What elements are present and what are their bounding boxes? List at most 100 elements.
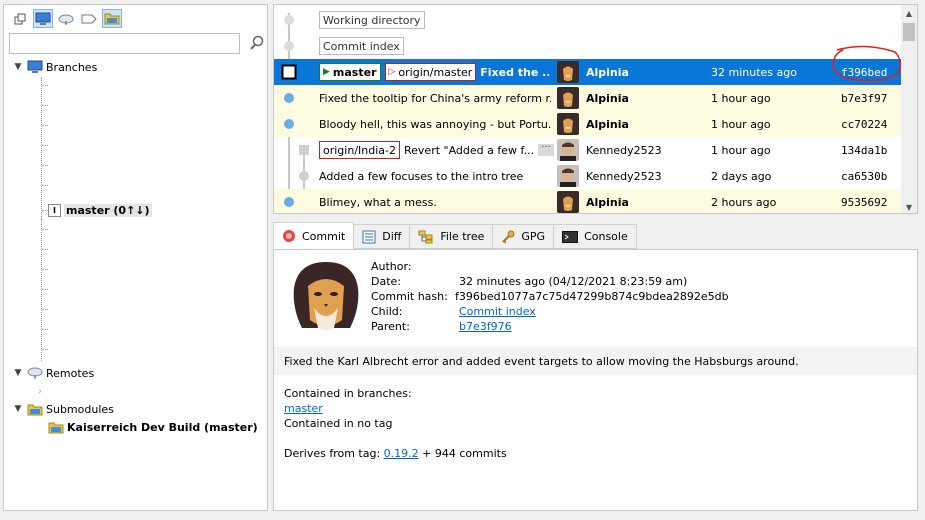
branch-search-input[interactable] xyxy=(9,33,240,54)
diff-icon xyxy=(362,230,376,243)
tab-gpg[interactable]: GPG xyxy=(493,224,555,249)
local-branches-toggle[interactable] xyxy=(33,9,53,28)
commit-row-commit-index[interactable]: Commit index xyxy=(274,33,901,59)
tree-guide xyxy=(41,77,42,229)
author-avatar-large xyxy=(288,258,364,338)
commit-sha: f396bed xyxy=(841,65,888,79)
scroll-thumb[interactable] xyxy=(903,23,915,41)
commit-list-scrollbar[interactable]: ▲ ▼ xyxy=(901,5,917,213)
tab-file-tree-label: File tree xyxy=(440,230,485,243)
contained-tag-text: Contained in no tag xyxy=(284,417,393,430)
derives-tag-link[interactable]: 0.19.2 xyxy=(384,447,419,460)
tags-toggle[interactable] xyxy=(79,9,99,28)
author-avatar xyxy=(557,139,579,161)
detail-tabs: Commit Diff File tree GPG Console xyxy=(273,222,637,250)
commit-sha: ca6530b xyxy=(841,169,888,183)
chevron-down-icon[interactable]: ▼ xyxy=(12,61,24,73)
commit-row[interactable]: Added a few focuses to the intro tree Ke… xyxy=(274,163,901,189)
search-icon[interactable] xyxy=(249,35,265,51)
tree-guide xyxy=(42,249,48,250)
commit-sha: b7e3f97 xyxy=(841,91,888,105)
child-link[interactable]: Commit index xyxy=(459,305,536,318)
commit-date: 2 hours ago xyxy=(711,195,777,209)
tree-guide xyxy=(42,309,48,310)
tree-submodules-node[interactable]: ▼ Submodules xyxy=(12,401,114,417)
remotes-toggle[interactable] xyxy=(56,9,76,28)
commit-date: 2 days ago xyxy=(711,169,772,183)
tree-guide xyxy=(42,289,48,290)
tab-console-label: Console xyxy=(584,230,628,243)
scroll-up-icon[interactable]: ▲ xyxy=(901,5,917,21)
tree-remotes-node[interactable]: ▼ Remotes xyxy=(12,365,95,381)
commit-row[interactable]: origin/India-2 Revert "Added a few f... … xyxy=(274,137,901,163)
tab-console[interactable]: Console xyxy=(554,224,637,249)
key-icon xyxy=(502,230,515,244)
graph-node xyxy=(284,41,294,51)
tree-branches-node[interactable]: ▼ Branches xyxy=(12,59,97,75)
folder-icon xyxy=(27,404,43,415)
commit-row[interactable]: Blimey, what a mess. Alpinia 2 hours ago… xyxy=(274,189,901,213)
remote-branch-tag[interactable]: origin/India-2 xyxy=(319,141,400,159)
tab-diff[interactable]: Diff xyxy=(354,224,411,249)
local-branch-tag[interactable]: ▶ master xyxy=(319,63,381,81)
tree-submodule-item[interactable]: Kaiserreich Dev Build (master) xyxy=(48,419,258,435)
author-avatar xyxy=(557,61,579,83)
branch-search xyxy=(9,33,267,55)
tree-guide xyxy=(41,219,42,361)
parent-label: Parent: xyxy=(371,320,410,333)
tree-guide xyxy=(42,125,48,126)
contained-branch-link[interactable]: master xyxy=(284,402,323,415)
tree-submodules-label: Submodules xyxy=(46,402,114,416)
more-refs-button[interactable]: ··· xyxy=(538,143,554,156)
commit-author: Kennedy2523 xyxy=(586,169,662,183)
commit-row-selected[interactable]: ▶ master ▷ origin/master Fixed the ... Alp… xyxy=(274,59,901,85)
submodules-toggle[interactable] xyxy=(102,9,122,28)
folder-icon xyxy=(104,13,120,25)
console-icon xyxy=(562,230,579,243)
chevron-down-icon[interactable]: ▼ xyxy=(12,403,24,415)
tree-remote-child[interactable]: › xyxy=(34,384,46,400)
chevron-down-icon[interactable]: ▼ xyxy=(12,367,24,379)
commit-list: Working directory Commit index ▶ master ▷… xyxy=(273,4,918,214)
commit-message-full: Fixed the Karl Albrecht error and added … xyxy=(274,347,917,375)
tree-remotes-label: Remotes xyxy=(46,366,95,380)
tree-branch-master[interactable]: I master (0↑↓) xyxy=(48,202,152,218)
computer-icon xyxy=(35,12,51,25)
commit-row-working-directory[interactable]: Working directory xyxy=(274,7,901,33)
tree-guide xyxy=(42,269,48,270)
collapse-all-button[interactable] xyxy=(10,9,30,28)
file-tree-icon xyxy=(418,230,433,243)
current-branch-icon: I xyxy=(48,203,61,217)
scroll-down-icon[interactable]: ▼ xyxy=(901,199,917,213)
tab-file-tree[interactable]: File tree xyxy=(410,224,494,249)
tree-guide xyxy=(42,185,48,186)
commit-message: Fixed the ... xyxy=(480,65,549,79)
graph-node xyxy=(299,171,309,181)
cloud-icon xyxy=(58,14,74,25)
commit-sha: 134da1b xyxy=(841,143,888,157)
commit-details-panel: Author: Date: 32 minutes ago (04/12/2021… xyxy=(273,249,918,511)
tree-guide xyxy=(42,145,48,146)
tree-guide xyxy=(42,349,48,350)
graph-node xyxy=(284,15,294,25)
tree-guide xyxy=(42,85,48,86)
commit-row[interactable]: Fixed the tooltip for China's army refor… xyxy=(274,85,901,111)
commit-message: Fixed the tooltip for China's army refor… xyxy=(319,91,551,105)
commit-author: Kennedy2523 xyxy=(586,143,662,157)
tab-diff-label: Diff xyxy=(382,230,402,243)
commit-row[interactable]: Bloody hell, this was annoying - but Por… xyxy=(274,111,901,137)
tab-commit[interactable]: Commit xyxy=(273,222,355,250)
hash-value: f396bed1077a7c75d47299b874c9bdea2892e5db xyxy=(455,290,729,303)
remote-branch-tag[interactable]: ▷ origin/master xyxy=(384,63,477,81)
author-avatar xyxy=(557,165,579,187)
commit-date: 32 minutes ago xyxy=(711,65,797,79)
chevron-right-icon[interactable]: › xyxy=(34,386,46,398)
tree-toolbar xyxy=(10,9,122,29)
graph-node xyxy=(284,197,294,207)
parent-link[interactable]: b7e3f976 xyxy=(459,320,512,333)
remote-branch-name: origin/India-2 xyxy=(323,143,396,157)
date-label: Date: xyxy=(371,275,401,288)
virtual-commit-label: Working directory xyxy=(319,11,425,29)
commit-message-text: Fixed the Karl Albrecht error and added … xyxy=(284,354,799,368)
folder-icon xyxy=(48,422,64,433)
